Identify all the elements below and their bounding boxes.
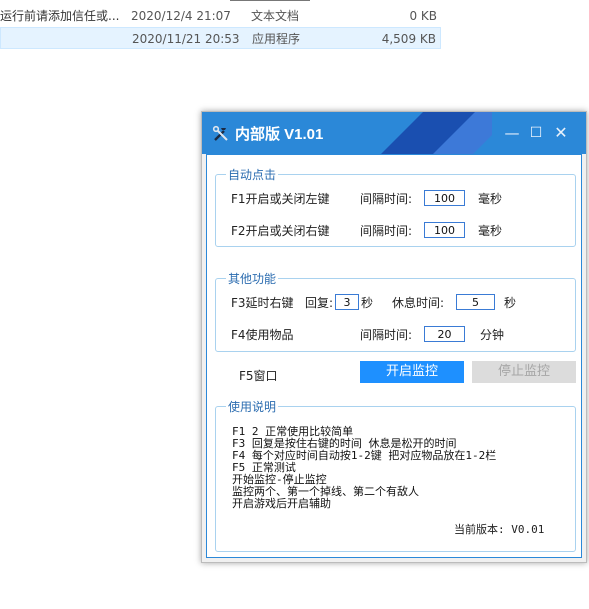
group-title: 自动点击	[226, 166, 279, 183]
window-title: 内部版 V1.01	[235, 126, 324, 143]
interval-label: 间隔时间:	[360, 224, 413, 238]
rest-label: 休息时间:	[392, 296, 445, 310]
file-type: 文本文档	[251, 9, 300, 23]
file-size: 0 KB	[409, 9, 437, 23]
group-title: 使用说明	[226, 398, 279, 415]
reply-label: 回复:	[305, 296, 334, 310]
start-monitor-button[interactable]: 开启监控	[360, 361, 464, 383]
unit-label: 分钟	[480, 328, 505, 342]
app-dialog: 内部版 V1.01 — ☐ ✕ 自动点击 F1开启或关闭左键 间隔时间: 100…	[201, 111, 587, 563]
f3-label: F3延时右键	[231, 296, 294, 310]
f4-interval-input[interactable]: 20	[424, 326, 465, 342]
version-label: 当前版本: V0.01	[454, 523, 545, 536]
f1-label: F1开启或关闭左键	[231, 192, 330, 206]
close-icon[interactable]: ✕	[551, 123, 571, 143]
file-date: 2020/11/21 20:53	[132, 32, 240, 46]
auto-click-group: 自动点击 F1开启或关闭左键 间隔时间: 100 毫秒 F2开启或关闭右键 间隔…	[215, 166, 576, 247]
clipped-header	[230, 0, 310, 1]
rest-input[interactable]: 5	[456, 294, 495, 310]
file-date: 2020/12/4 21:07	[131, 9, 231, 23]
f5-window-label: F5窗口	[239, 369, 278, 383]
file-row[interactable]: 2020/11/21 20:53 应用程序 4,509 KB	[0, 27, 441, 49]
interval-label: 间隔时间:	[360, 192, 413, 206]
group-title: 其他功能	[226, 270, 279, 287]
f1-interval-input[interactable]: 100	[424, 190, 465, 206]
interval-label: 间隔时间:	[360, 328, 413, 342]
dialog-content: 自动点击 F1开启或关闭左键 间隔时间: 100 毫秒 F2开启或关闭右键 间隔…	[206, 154, 582, 558]
unit-label: 毫秒	[478, 192, 503, 206]
usage-line: 开启游戏后开启辅助	[232, 497, 331, 510]
stop-monitor-button[interactable]: 停止监控	[472, 361, 576, 383]
f2-label: F2开启或关闭右键	[231, 224, 330, 238]
tools-icon	[212, 125, 228, 141]
f4-label: F4使用物品	[231, 328, 294, 342]
unit-label: 毫秒	[478, 224, 503, 238]
f2-interval-input[interactable]: 100	[424, 222, 465, 238]
file-name: 运行前请添加信任或...	[0, 9, 120, 23]
minimize-icon[interactable]: —	[502, 123, 522, 143]
maximize-icon[interactable]: ☐	[526, 123, 546, 143]
other-functions-group: 其他功能 F3延时右键 回复: 3 秒 休息时间: 5 秒 F4使用物品 间隔时…	[215, 270, 576, 352]
usage-group: 使用说明 F1 2 正常使用比较简单 F3 回复是按住右键的时间 休息是松开的时…	[215, 398, 576, 552]
reply-unit: 秒	[361, 296, 374, 310]
file-row[interactable]: 运行前请添加信任或... 2020/12/4 21:07 文本文档 0 KB	[0, 5, 441, 27]
reply-input[interactable]: 3	[335, 294, 359, 310]
rest-unit: 秒	[504, 296, 517, 310]
file-size: 4,509 KB	[381, 32, 436, 46]
title-bar[interactable]: 内部版 V1.01 — ☐ ✕	[202, 112, 586, 154]
file-type: 应用程序	[252, 32, 301, 46]
